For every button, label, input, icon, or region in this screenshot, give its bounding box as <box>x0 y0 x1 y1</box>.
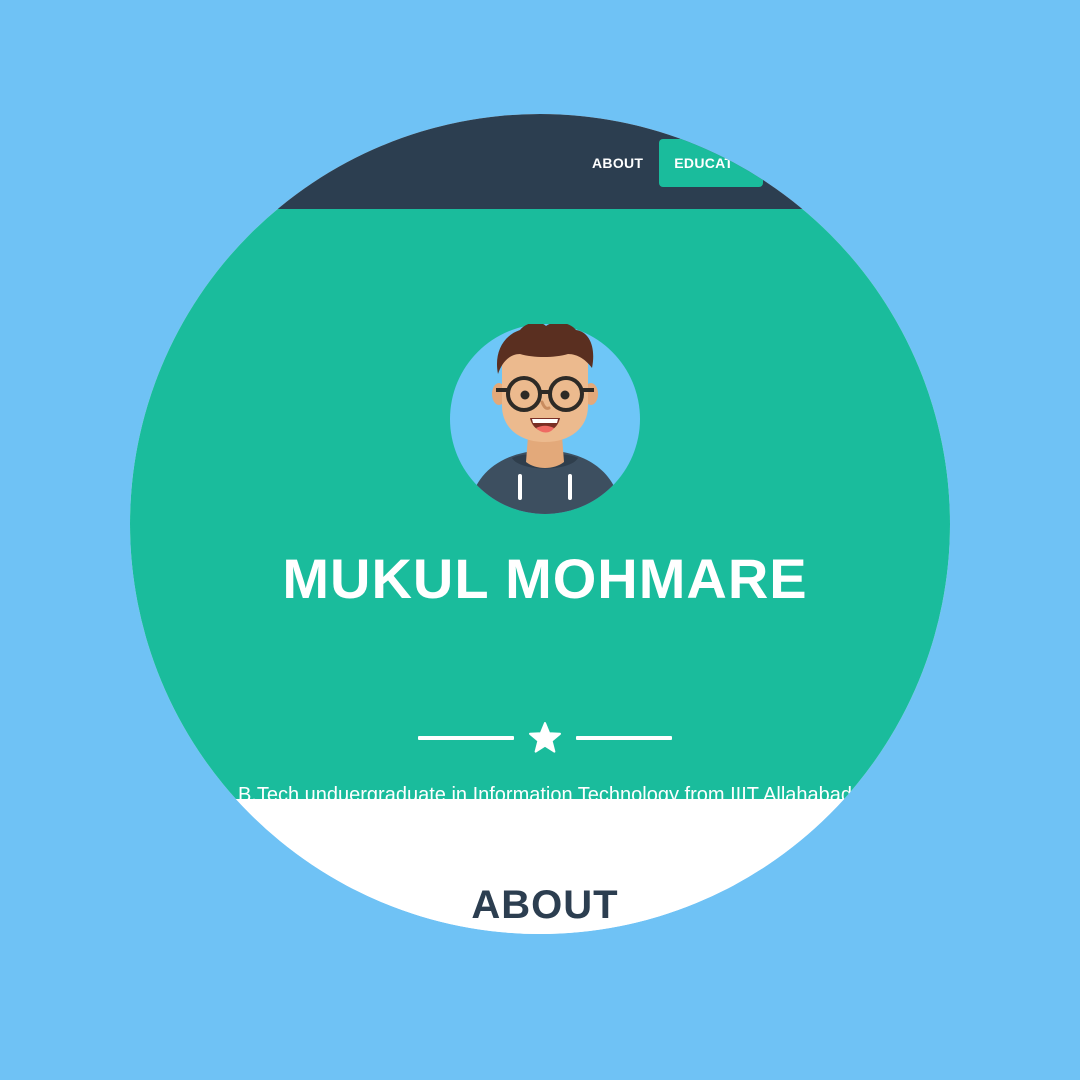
avatar-icon <box>450 324 640 514</box>
nav-item-education[interactable]: EDUCAT <box>659 139 764 187</box>
background: ABOUT EDUCAT MUKUL MOHMARE B.Tech unduer… <box>0 0 1080 1080</box>
magnifier-viewport: ABOUT EDUCAT MUKUL MOHMARE B.Tech unduer… <box>130 114 950 934</box>
masthead-title: MUKUL MOHMARE <box>282 547 808 610</box>
star-divider <box>418 721 672 755</box>
about-heading: ABOUT <box>471 883 619 927</box>
navbar: ABOUT EDUCAT <box>130 114 950 209</box>
divider-line-right <box>576 736 672 740</box>
nav-links: ABOUT EDUCAT <box>576 139 764 187</box>
nav-item-about[interactable]: ABOUT <box>576 139 659 187</box>
divider-line-left <box>418 736 514 740</box>
star-icon <box>529 722 561 753</box>
about-section: ABOUT <box>130 799 950 934</box>
masthead: MUKUL MOHMARE B.Tech unduergraduate in I… <box>130 209 950 806</box>
